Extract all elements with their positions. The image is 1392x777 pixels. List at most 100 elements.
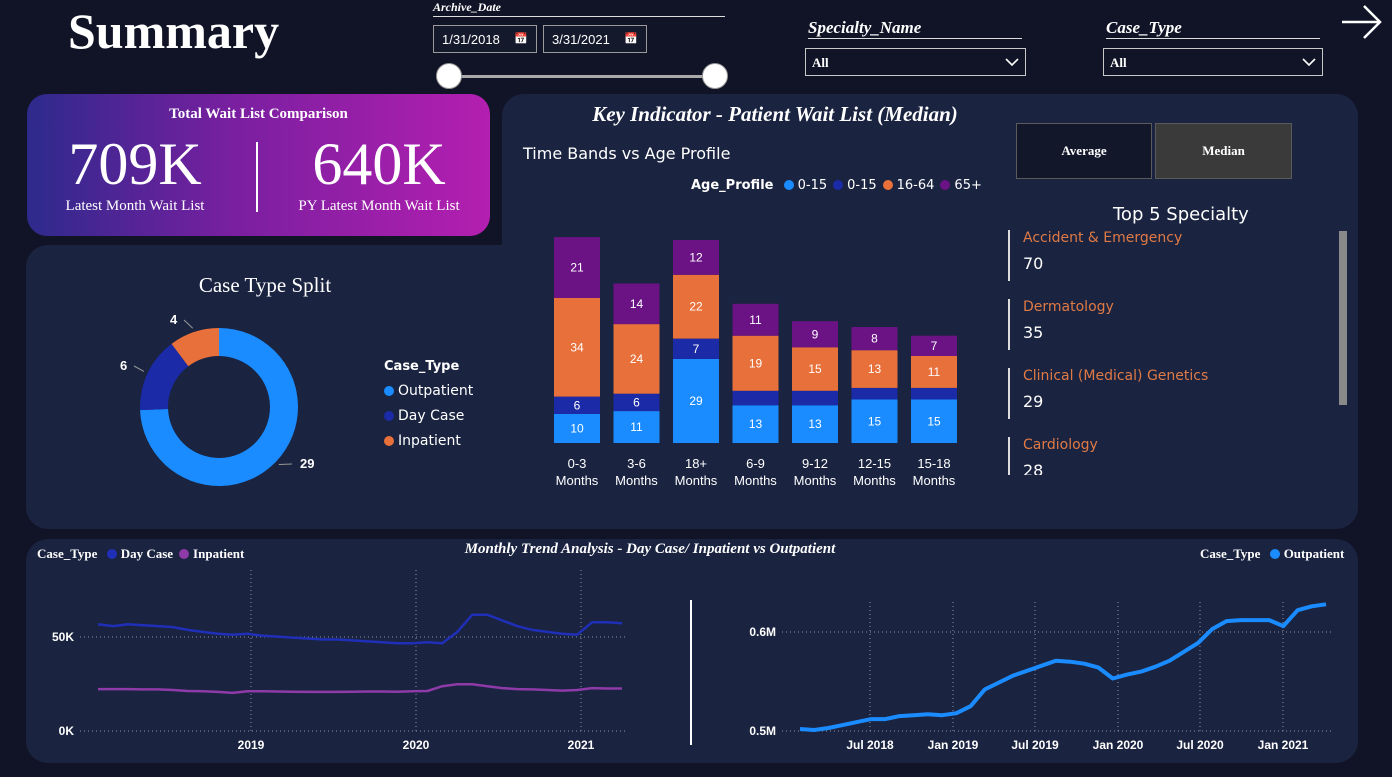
bar-segment[interactable]	[851, 387, 898, 400]
bar-data-label: 29	[689, 394, 703, 408]
top5-item[interactable]: Clinical (Medical) Genetics 29	[1008, 368, 1328, 419]
bar-segment[interactable]	[732, 390, 779, 406]
case-type-label: Case_Type	[1106, 18, 1320, 39]
top5-item[interactable]: Dermatology 35	[1008, 299, 1328, 350]
x-tick-label: Jan 2019	[928, 738, 979, 752]
bar-data-label: 8	[871, 332, 878, 346]
line-legend-item[interactable]: Inpatient	[179, 546, 244, 561]
bar-data-label: 7	[931, 339, 938, 353]
legend-dot	[833, 180, 844, 190]
legend-dot	[384, 436, 394, 446]
bar-category-label: 15-18	[917, 456, 950, 471]
case-type-value: All	[1110, 55, 1127, 70]
line-series-outpatient[interactable]	[799, 602, 1327, 732]
bar-data-label: 14	[630, 297, 644, 311]
legend-item-inpatient[interactable]: Inpatient	[384, 433, 473, 449]
x-tick-label: Jan 2021	[1258, 738, 1309, 752]
trend-title: Monthly Trend Analysis - Day Case/ Inpat…	[464, 541, 836, 557]
chevron-down-icon	[1005, 58, 1019, 67]
bar-legend-item[interactable]: 65+	[940, 178, 982, 193]
bar-category-label: Months	[675, 473, 718, 488]
top5-item-value: 35	[1023, 323, 1044, 342]
bar-segment[interactable]	[911, 387, 957, 400]
bar-data-label: 13	[868, 362, 882, 376]
bar-category-label: Months	[794, 473, 837, 488]
case-split-title: Case Type Split	[198, 273, 332, 297]
top5-title: Top 5 Specialty	[1113, 204, 1249, 225]
end-date-input[interactable]: 3/31/2021 📅	[543, 25, 647, 53]
chart-divider	[690, 600, 692, 745]
start-date-input[interactable]: 1/31/2018 📅	[433, 25, 537, 53]
bar-category-label: 0-3	[568, 456, 587, 471]
bar-chart-legend: Age_Profile 0-15 0-15 16-64 65+	[691, 178, 982, 193]
day-inpatient-line-chart: 0K 50K 2019 2020 2021	[52, 570, 628, 752]
left-legend-title: Case_Type	[37, 546, 98, 561]
donut-leader-line	[133, 365, 145, 372]
legend-dot	[179, 549, 190, 559]
top5-item[interactable]: Cardiology 28	[1008, 437, 1328, 475]
bar-data-label: 6	[633, 395, 640, 409]
case-split-donut: 29 6 4	[120, 312, 314, 486]
top5-item-name: Cardiology	[1023, 437, 1098, 453]
legend-item-outpatient[interactable]: Outpatient	[384, 383, 473, 399]
legend-dot	[1269, 549, 1280, 559]
case-type-dropdown[interactable]: All	[1103, 48, 1323, 76]
case-split-legend: Outpatient Day Case Inpatient	[384, 383, 473, 458]
top5-item[interactable]: Accident & Emergency 70	[1008, 230, 1328, 281]
calendar-icon[interactable]: 📅	[514, 32, 528, 45]
bar-legend-item[interactable]: 16-64	[882, 178, 934, 193]
bar-data-label: 15	[868, 414, 882, 428]
archive-date-label: Archive_Date	[433, 0, 725, 17]
bar-category-label: Months	[615, 473, 658, 488]
line-legend-item[interactable]: Outpatient	[1269, 546, 1344, 561]
end-date-value: 3/31/2021	[552, 32, 610, 47]
bar-category-label: 9-12	[802, 456, 828, 471]
y-tick-label: 0K	[59, 724, 75, 738]
kpi-py-label: PY Latest Month Wait List	[298, 198, 460, 214]
bar-category-label: 3-6	[627, 456, 646, 471]
legend-label: Outpatient	[398, 383, 474, 399]
legend-label: 65+	[954, 178, 982, 193]
bar-data-label: 15	[808, 362, 822, 376]
legend-dot	[783, 180, 794, 190]
y-tick-label: 0.5M	[749, 724, 776, 738]
median-button[interactable]: Median	[1155, 123, 1292, 179]
line-legend-item[interactable]: Day Case	[106, 546, 173, 561]
date-range-track	[449, 75, 717, 78]
specialty-dropdown[interactable]: All	[805, 48, 1026, 76]
bar-data-label: 24	[630, 352, 644, 366]
legend-item-day-case[interactable]: Day Case	[384, 408, 473, 424]
start-date-value: 1/31/2018	[442, 32, 500, 47]
calendar-icon[interactable]: 📅	[624, 32, 638, 45]
kpi-current-value: 709K	[68, 131, 202, 197]
range-end-handle[interactable]	[702, 63, 728, 89]
outpatient-line-chart: 0.5M 0.6M Jul 2018 Jan 2019 Jul 2019 Jan 2020…	[749, 602, 1332, 752]
key-indicator-title: Key Indicator - Patient Wait List (Media…	[592, 102, 958, 126]
bar-segment[interactable]	[792, 390, 838, 406]
legend-dot	[940, 180, 951, 190]
line-series-inpatient[interactable]	[98, 683, 622, 695]
top5-list[interactable]: Accident & Emergency 70 Dermatology 35 Clini…	[1008, 230, 1328, 475]
average-button[interactable]: Average	[1016, 123, 1152, 179]
bar-data-label: 22	[689, 300, 703, 314]
top5-scrollbar[interactable]	[1339, 231, 1347, 405]
bar-data-label: 11	[630, 420, 643, 434]
trend-left-legend: Case_Type Day Case Inpatient	[37, 546, 244, 562]
bar-data-label: 6	[574, 398, 581, 412]
arrow-right-icon[interactable]	[1340, 3, 1384, 41]
bar-data-label: 15	[927, 414, 941, 428]
bar-data-label: 21	[570, 261, 584, 275]
bar-legend-item[interactable]: 0-15	[783, 178, 827, 193]
bar-data-label: 13	[808, 417, 822, 431]
bar-data-label: 19	[749, 356, 763, 370]
donut-leader-line	[183, 319, 194, 329]
chevron-down-icon	[1302, 58, 1316, 67]
range-start-handle[interactable]	[436, 63, 462, 89]
specialty-label: Specialty_Name	[808, 18, 1022, 39]
top5-item-value: 28	[1023, 461, 1044, 475]
bar-category-label: Months	[556, 473, 599, 488]
line-series-day-case[interactable]	[97, 613, 623, 645]
bar-legend-item[interactable]: 0-15	[833, 178, 877, 193]
bar-data-label: 7	[693, 342, 700, 356]
legend-label: Inpatient	[398, 433, 461, 449]
